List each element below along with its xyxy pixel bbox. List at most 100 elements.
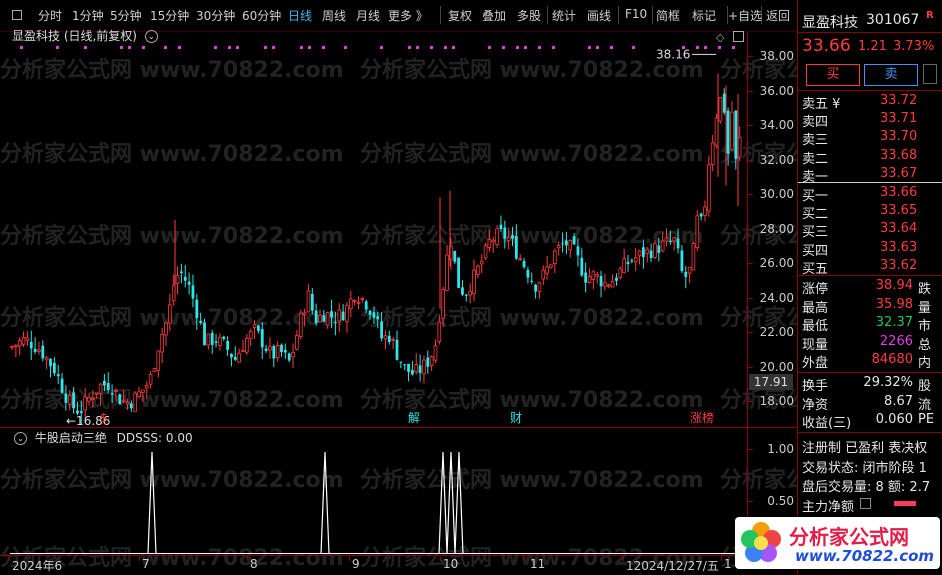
event-dot [308, 46, 311, 49]
period-tab[interactable]: 月线 [356, 7, 380, 24]
candle-body [67, 394, 72, 405]
candle-body [383, 335, 388, 340]
candle-body [426, 357, 430, 367]
main-flow-icon[interactable] [860, 498, 871, 509]
candle-body [64, 393, 68, 403]
candle-body [441, 288, 445, 319]
y-tick-mark [748, 159, 753, 161]
candle-body [141, 389, 145, 393]
ask-price[interactable]: 33.70 [880, 129, 917, 144]
candle-body [91, 397, 95, 400]
candle-body [387, 335, 391, 342]
period-tab[interactable]: 5分钟 [110, 7, 142, 24]
candle-body [214, 341, 218, 343]
tool-button[interactable]: +自选 [728, 7, 762, 24]
date-axis-label: 10 [443, 557, 459, 571]
toolbar-separator [618, 6, 619, 24]
tool-button[interactable]: 简框 [656, 7, 680, 24]
stat-value: 8.67 [884, 393, 913, 409]
candle-body [499, 224, 503, 230]
tool-button[interactable]: 画线 [587, 7, 611, 24]
tool-button[interactable]: 叠加 [482, 7, 506, 24]
y-tick-mark [748, 263, 753, 265]
tool-button[interactable]: 标记 [692, 7, 716, 24]
period-tab[interactable]: 15分钟 [150, 7, 189, 24]
order-panel-icon[interactable] [923, 64, 937, 84]
candle-body [591, 271, 596, 280]
indicator-chart[interactable] [10, 446, 746, 554]
y-tick-mark [748, 228, 753, 230]
date-tick [349, 555, 350, 561]
bid-price[interactable]: 33.66 [880, 185, 917, 200]
period-tab[interactable]: 分时 [38, 7, 62, 24]
candle-body [514, 236, 518, 259]
tool-button[interactable]: 统计 [552, 7, 576, 24]
event-dot [120, 46, 123, 49]
candle-body [541, 269, 546, 280]
y-tick-label: 0.50 [767, 494, 794, 508]
ask-price[interactable]: 33.71 [880, 111, 917, 126]
period-tab[interactable]: 1分钟 [72, 7, 104, 24]
date-tick [440, 555, 441, 561]
collapse-icon[interactable]: ⌄ [14, 432, 27, 445]
candlestick-chart[interactable]: 38.16←16.86$ 解财涨榜 [10, 44, 746, 427]
candle-body [87, 396, 91, 402]
period-tab[interactable]: 日线 [288, 7, 312, 24]
y-tick-mark [748, 366, 753, 368]
candle-body [587, 276, 592, 283]
panel-toggle-icon[interactable] [733, 31, 744, 42]
date-axis-label: 1 [724, 557, 732, 571]
event-dot [236, 46, 239, 49]
period-tab[interactable]: 周线 [322, 7, 346, 24]
bid-price[interactable]: 33.65 [880, 203, 917, 218]
candle-body [218, 336, 222, 346]
period-tab[interactable]: 60分钟 [242, 7, 281, 24]
candle-body [422, 359, 426, 375]
candle-body [657, 245, 661, 253]
ask-price[interactable]: 33.67 [880, 166, 917, 181]
layout-toggle-icon[interactable] [12, 10, 22, 20]
candle-body [672, 237, 676, 242]
stat-label: 最高 [802, 300, 829, 316]
logo-title: 分析家公式网 [789, 525, 909, 549]
candle-body [44, 357, 49, 361]
toolbar-separator [652, 6, 653, 24]
ask-price[interactable]: 33.72 [880, 93, 917, 108]
candle-body [722, 93, 726, 113]
ask-price[interactable]: 33.68 [880, 148, 917, 163]
bid-price[interactable]: 33.64 [880, 221, 917, 236]
indicator-spike [320, 451, 330, 554]
diamond-icon[interactable]: ◇ [716, 31, 724, 44]
candle-body [603, 282, 607, 287]
tool-button[interactable]: 返回 [766, 7, 790, 24]
candle-body [522, 260, 526, 268]
sell-button[interactable]: 卖 [864, 64, 918, 86]
candle-body [718, 97, 723, 122]
candle-body [549, 264, 553, 268]
tool-button[interactable]: F10 [625, 7, 647, 21]
candle-body [584, 272, 588, 283]
date-tick [527, 555, 528, 561]
event-dot [56, 46, 59, 49]
candle-body [572, 236, 576, 245]
tool-button[interactable]: 多股 [517, 7, 541, 24]
chevron-down-icon[interactable]: ⌄ [144, 30, 158, 43]
logo-url: www.70822.com [795, 547, 935, 565]
period-tab[interactable]: 30分钟 [196, 7, 235, 24]
event-dot [416, 46, 419, 49]
y-tick-mark [748, 449, 753, 450]
period-tab[interactable]: 更多 》 [388, 7, 428, 24]
buy-button[interactable]: 买 [806, 64, 860, 86]
event-dot [732, 46, 735, 49]
y-tick-mark [748, 90, 753, 92]
candle-body [664, 237, 669, 242]
tool-button[interactable]: 复权 [448, 7, 472, 24]
y-tick-label: 20.00 [759, 359, 794, 374]
bid-price[interactable]: 33.62 [880, 258, 917, 273]
event-dot [588, 46, 591, 49]
candle-body [487, 239, 492, 248]
date-tick [623, 555, 624, 561]
candle-body [418, 365, 422, 374]
bid-price[interactable]: 33.63 [880, 240, 917, 255]
stat-label: 净资 [802, 397, 829, 413]
